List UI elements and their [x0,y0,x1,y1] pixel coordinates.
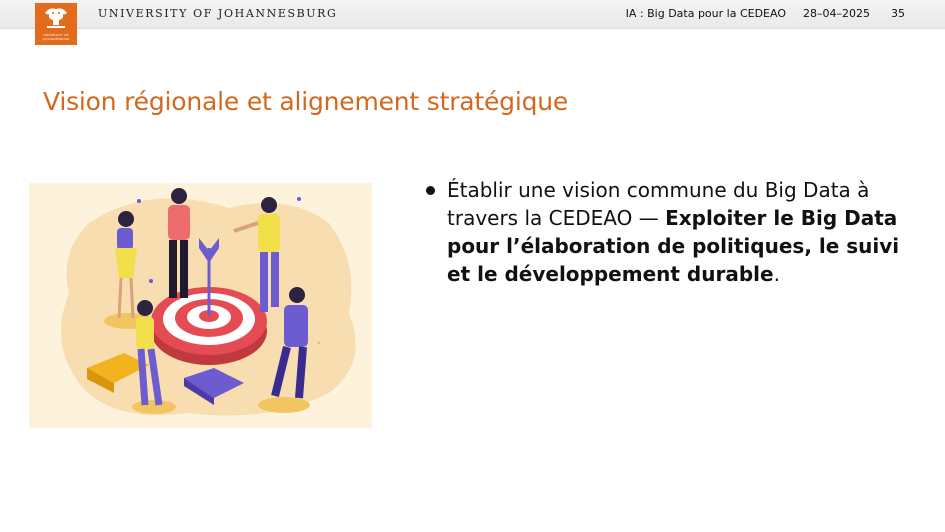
logo-caption: UNIVERSITY OF JOHANNESBURG [42,33,70,41]
bullet-end: . [773,262,780,286]
university-name: UNIVERSITY OF JOHANNESBURG [98,7,338,20]
slide-date: 28–04–2025 [803,7,870,20]
bullet-icon [426,186,435,195]
header-bar: UNIVERSITY OF JOHANNESBURG UNIVERSITY OF… [0,0,945,45]
slide-number: 35 [891,7,905,20]
university-logo: UNIVERSITY OF JOHANNESBURG [35,3,77,45]
slide-title: Vision régionale et alignement stratégiq… [43,87,569,116]
bullet-list: Établir une vision commune du Big Data à… [424,176,924,288]
course-title: IA : Big Data pour la CEDEAO [625,7,786,20]
lion-crest-icon [45,8,67,28]
bullet-item: Établir une vision commune du Big Data à… [424,176,924,288]
team-target-illustration [29,183,372,428]
